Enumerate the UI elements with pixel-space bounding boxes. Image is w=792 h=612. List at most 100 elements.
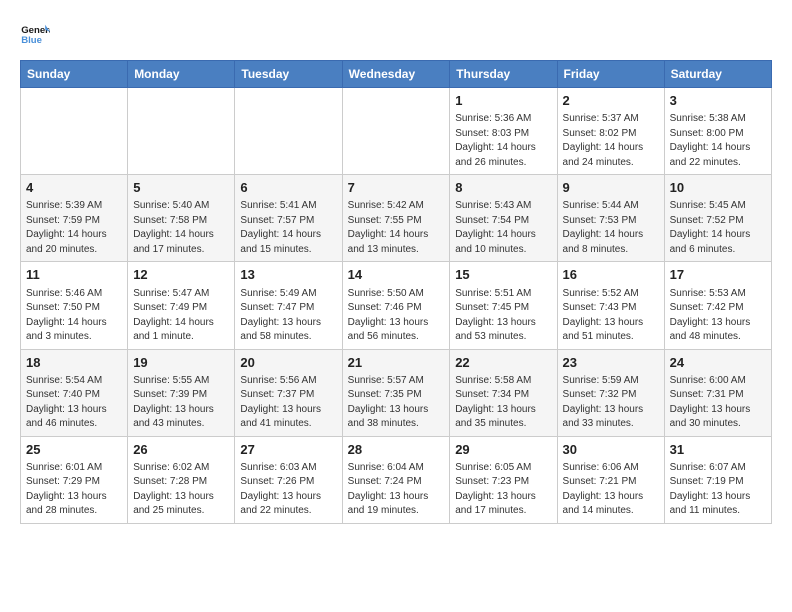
- day-info: Sunrise: 5:52 AMSunset: 7:43 PMDaylight:…: [563, 287, 659, 345]
- day-info: Sunrise: 5:40 AMSunset: 7:58 PMDaylight:…: [133, 199, 229, 257]
- day-number: 12: [133, 266, 229, 284]
- day-info: Sunrise: 6:00 AMSunset: 7:31 PMDaylight:…: [670, 374, 766, 432]
- day-info: Sunrise: 5:58 AMSunset: 7:34 PMDaylight:…: [455, 374, 551, 432]
- day-number: 10: [670, 179, 766, 197]
- day-number: 25: [26, 441, 122, 459]
- day-number: 5: [133, 179, 229, 197]
- day-info: Sunrise: 5:42 AMSunset: 7:55 PMDaylight:…: [348, 199, 445, 257]
- day-number: 1: [455, 92, 551, 110]
- day-number: 24: [670, 354, 766, 372]
- day-info: Sunrise: 5:38 AMSunset: 8:00 PMDaylight:…: [670, 112, 766, 170]
- day-number: 23: [563, 354, 659, 372]
- calendar-header: SundayMondayTuesdayWednesdayThursdayFrid…: [21, 61, 772, 88]
- logo-icon: General Blue: [20, 20, 50, 50]
- day-info: Sunrise: 6:01 AMSunset: 7:29 PMDaylight:…: [26, 461, 122, 519]
- day-number: 2: [563, 92, 659, 110]
- calendar-table: SundayMondayTuesdayWednesdayThursdayFrid…: [20, 60, 772, 524]
- day-cell: 22 Sunrise: 5:58 AMSunset: 7:34 PMDayligh…: [450, 349, 557, 436]
- day-cell: 2Sunrise: 5:37 AMSunset: 8:02 PMDaylight…: [557, 88, 664, 175]
- day-cell: [342, 88, 450, 175]
- day-cell: 5 Sunrise: 5:40 AMSunset: 7:58 PMDaylight…: [128, 175, 235, 262]
- day-info: Sunrise: 6:06 AMSunset: 7:21 PMDaylight:…: [563, 461, 659, 519]
- header-cell-monday: Monday: [128, 61, 235, 88]
- week-row-2: 4 Sunrise: 5:39 AMSunset: 7:59 PMDaylight…: [21, 175, 772, 262]
- day-number: 3: [670, 92, 766, 110]
- day-cell: 30Sunrise: 6:06 AMSunset: 7:21 PMDayligh…: [557, 436, 664, 523]
- header: General Blue: [20, 20, 772, 50]
- day-cell: 21Sunrise: 5:57 AMSunset: 7:35 PMDayligh…: [342, 349, 450, 436]
- day-info: Sunrise: 5:56 AMSunset: 7:37 PMDaylight:…: [240, 374, 336, 432]
- day-cell: 20 Sunrise: 5:56 AMSunset: 7:37 PMDayligh…: [235, 349, 342, 436]
- day-info: Sunrise: 5:44 AMSunset: 7:53 PMDaylight:…: [563, 199, 659, 257]
- day-cell: 27Sunrise: 6:03 AMSunset: 7:26 PMDayligh…: [235, 436, 342, 523]
- day-info: Sunrise: 5:54 AMSunset: 7:40 PMDaylight:…: [26, 374, 122, 432]
- header-cell-tuesday: Tuesday: [235, 61, 342, 88]
- day-number: 28: [348, 441, 445, 459]
- day-cell: 8 Sunrise: 5:43 AMSunset: 7:54 PMDaylight…: [450, 175, 557, 262]
- day-info: Sunrise: 5:53 AMSunset: 7:42 PMDaylight:…: [670, 287, 766, 345]
- day-info: Sunrise: 5:43 AMSunset: 7:54 PMDaylight:…: [455, 199, 551, 257]
- day-cell: [235, 88, 342, 175]
- day-cell: 11 Sunrise: 5:46 AMSunset: 7:50 PMDayligh…: [21, 262, 128, 349]
- day-cell: 25 Sunrise: 6:01 AMSunset: 7:29 PMDayligh…: [21, 436, 128, 523]
- week-row-4: 18 Sunrise: 5:54 AMSunset: 7:40 PMDayligh…: [21, 349, 772, 436]
- day-info: Sunrise: 6:04 AMSunset: 7:24 PMDaylight:…: [348, 461, 445, 519]
- day-number: 16: [563, 266, 659, 284]
- day-cell: 13 Sunrise: 5:49 AMSunset: 7:47 PMDayligh…: [235, 262, 342, 349]
- day-info: Sunrise: 5:59 AMSunset: 7:32 PMDaylight:…: [563, 374, 659, 432]
- week-row-1: 1 Sunrise: 5:36 AMSunset: 8:03 PMDaylight…: [21, 88, 772, 175]
- day-cell: 23 Sunrise: 5:59 AMSunset: 7:32 PMDayligh…: [557, 349, 664, 436]
- day-cell: 28 Sunrise: 6:04 AMSunset: 7:24 PMDayligh…: [342, 436, 450, 523]
- day-cell: 15 Sunrise: 5:51 AMSunset: 7:45 PMDayligh…: [450, 262, 557, 349]
- day-cell: 24 Sunrise: 6:00 AMSunset: 7:31 PMDayligh…: [664, 349, 771, 436]
- day-number: 19: [133, 354, 229, 372]
- day-info: Sunrise: 5:51 AMSunset: 7:45 PMDaylight:…: [455, 287, 551, 345]
- day-info: Sunrise: 5:49 AMSunset: 7:47 PMDaylight:…: [240, 287, 336, 345]
- day-number: 4: [26, 179, 122, 197]
- day-number: 17: [670, 266, 766, 284]
- day-number: 20: [240, 354, 336, 372]
- day-cell: 4 Sunrise: 5:39 AMSunset: 7:59 PMDaylight…: [21, 175, 128, 262]
- day-number: 11: [26, 266, 122, 284]
- day-cell: 18 Sunrise: 5:54 AMSunset: 7:40 PMDayligh…: [21, 349, 128, 436]
- day-cell: 9 Sunrise: 5:44 AMSunset: 7:53 PMDaylight…: [557, 175, 664, 262]
- header-cell-saturday: Saturday: [664, 61, 771, 88]
- day-cell: 29Sunrise: 6:05 AMSunset: 7:23 PMDayligh…: [450, 436, 557, 523]
- header-cell-thursday: Thursday: [450, 61, 557, 88]
- day-info: Sunrise: 5:45 AMSunset: 7:52 PMDaylight:…: [670, 199, 766, 257]
- day-info: Sunrise: 5:39 AMSunset: 7:59 PMDaylight:…: [26, 199, 122, 257]
- day-number: 7: [348, 179, 445, 197]
- day-info: Sunrise: 6:05 AMSunset: 7:23 PMDaylight:…: [455, 461, 551, 519]
- day-cell: [21, 88, 128, 175]
- day-info: Sunrise: 5:47 AMSunset: 7:49 PMDaylight:…: [133, 287, 229, 345]
- header-cell-friday: Friday: [557, 61, 664, 88]
- day-number: 13: [240, 266, 336, 284]
- day-number: 26: [133, 441, 229, 459]
- day-number: 15: [455, 266, 551, 284]
- day-info: Sunrise: 5:36 AMSunset: 8:03 PMDaylight:…: [455, 112, 551, 170]
- day-number: 8: [455, 179, 551, 197]
- day-cell: 17 Sunrise: 5:53 AMSunset: 7:42 PMDayligh…: [664, 262, 771, 349]
- day-cell: 1 Sunrise: 5:36 AMSunset: 8:03 PMDaylight…: [450, 88, 557, 175]
- day-cell: 31 Sunrise: 6:07 AMSunset: 7:19 PMDayligh…: [664, 436, 771, 523]
- day-info: Sunrise: 5:46 AMSunset: 7:50 PMDaylight:…: [26, 287, 122, 345]
- header-cell-sunday: Sunday: [21, 61, 128, 88]
- day-cell: 16 Sunrise: 5:52 AMSunset: 7:43 PMDayligh…: [557, 262, 664, 349]
- day-number: 31: [670, 441, 766, 459]
- day-info: Sunrise: 5:41 AMSunset: 7:57 PMDaylight:…: [240, 199, 336, 257]
- header-row: SundayMondayTuesdayWednesdayThursdayFrid…: [21, 61, 772, 88]
- calendar-body: 1 Sunrise: 5:36 AMSunset: 8:03 PMDaylight…: [21, 88, 772, 524]
- day-cell: 26 Sunrise: 6:02 AMSunset: 7:28 PMDayligh…: [128, 436, 235, 523]
- day-info: Sunrise: 6:07 AMSunset: 7:19 PMDaylight:…: [670, 461, 766, 519]
- day-info: Sunrise: 6:02 AMSunset: 7:28 PMDaylight:…: [133, 461, 229, 519]
- day-cell: 6Sunrise: 5:41 AMSunset: 7:57 PMDaylight…: [235, 175, 342, 262]
- day-number: 22: [455, 354, 551, 372]
- day-info: Sunrise: 5:50 AMSunset: 7:46 PMDaylight:…: [348, 287, 445, 345]
- day-number: 18: [26, 354, 122, 372]
- day-number: 9: [563, 179, 659, 197]
- day-number: 14: [348, 266, 445, 284]
- day-cell: [128, 88, 235, 175]
- logo: General Blue: [20, 20, 50, 50]
- header-cell-wednesday: Wednesday: [342, 61, 450, 88]
- day-info: Sunrise: 6:03 AMSunset: 7:26 PMDaylight:…: [240, 461, 336, 519]
